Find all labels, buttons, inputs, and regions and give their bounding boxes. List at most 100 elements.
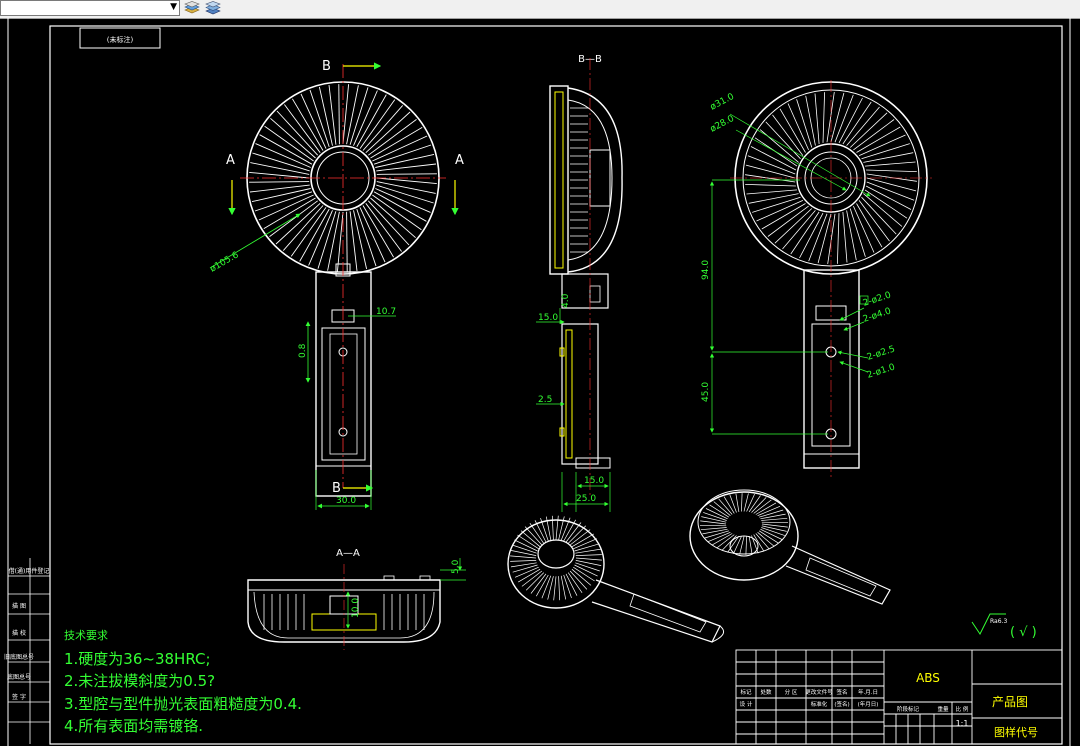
fan-fin: [748, 193, 799, 204]
fan-fin: [290, 207, 327, 257]
fan-fin: [249, 171, 310, 179]
fan-fin: [702, 528, 728, 535]
dim-front-slot-depth: 0.8: [298, 343, 308, 358]
fan-fin: [861, 196, 897, 235]
fan-fin: [370, 197, 416, 239]
fan-fin: [864, 161, 916, 167]
left-strip: [8, 558, 50, 744]
fan-fin: [863, 193, 903, 227]
tb-row-label: 签名: [836, 688, 847, 696]
fan-fin: [837, 213, 840, 264]
isometric-view-2: [689, 489, 891, 605]
fan-fin: [541, 575, 552, 599]
fan-fin: [699, 524, 727, 527]
tech-requirements-heading: 技术要求: [64, 629, 108, 642]
fan-fin: [370, 127, 423, 159]
strip-label: 旧底图总号: [4, 653, 34, 661]
surface-finish-remark: ( √ ): [1010, 625, 1037, 640]
fan-fin: [250, 162, 310, 175]
dim-right-height-top: 94.0: [701, 260, 711, 280]
fan-fin: [356, 94, 387, 148]
dim-right-hole-4: 2-ø1.0: [866, 362, 897, 380]
fan-fin: [359, 207, 386, 263]
fan-fin: [376, 177, 437, 185]
dim-front-slot-width: 10.7: [376, 307, 396, 317]
dim-right-height-bottom: 45.0: [701, 382, 711, 402]
fan-fin: [805, 95, 816, 146]
layer-stack-icon[interactable]: [184, 1, 200, 16]
fan-fin: [376, 184, 434, 204]
fan-fin: [376, 173, 437, 175]
tb-row-label: 处数: [760, 688, 772, 696]
fan-fin: [700, 527, 727, 531]
fan-fin: [741, 493, 743, 512]
layer-combo[interactable]: ▼: [0, 0, 180, 16]
fan-fin: [822, 92, 825, 143]
fan-fin: [814, 93, 820, 145]
layer-states-icon[interactable]: [205, 1, 221, 16]
tb-stage-label: 阶段标记: [897, 705, 920, 713]
surface-finish-value: Ra6.3: [990, 618, 1007, 625]
fan-fin: [327, 211, 340, 271]
isometric-view-1: [507, 515, 725, 643]
fan-fin: [761, 521, 789, 524]
toolbar: ▼: [0, 0, 1080, 19]
dim-side-wall: 2.5: [538, 395, 552, 405]
fan-fin: [760, 513, 786, 520]
tb-design-label: 设 计: [740, 700, 753, 708]
tech-requirement-2: 2.未注拔模斜度为0.5?: [64, 672, 216, 690]
fan-fin: [575, 557, 602, 561]
strip-label: 签 字: [12, 693, 26, 701]
tb-stage-label: 重量: [937, 705, 949, 713]
strip-label: 借(通)用件登记: [9, 567, 50, 575]
fan-fin: [767, 205, 809, 237]
fan-fin: [510, 560, 537, 562]
fan-fin: [292, 98, 324, 151]
fan-fin: [735, 493, 740, 512]
fan-fin: [553, 576, 557, 601]
front-view: [209, 62, 459, 510]
fan-fin: [365, 203, 402, 252]
fan-fin: [745, 184, 796, 187]
fan-fin: [269, 200, 318, 237]
right-view: [709, 80, 932, 478]
chevron-down-icon[interactable]: ▼: [170, 2, 177, 12]
fan-fin: [264, 125, 314, 162]
fan-fin: [834, 94, 854, 143]
fan-fin: [346, 211, 348, 272]
fan-fin: [372, 194, 422, 231]
fan-fin: [338, 84, 340, 145]
dim-aa-height: 5.0: [451, 559, 461, 574]
fan-fin: [866, 169, 917, 172]
tech-requirement-3: 3.型腔与型件抛光表面粗糙度为0.4.: [64, 695, 302, 713]
fan-fin: [575, 560, 602, 566]
dim-side-base-inner: 15.0: [584, 476, 604, 486]
fan-fin: [252, 152, 310, 172]
fan-fin: [282, 205, 324, 251]
fan-fin: [317, 211, 337, 269]
tech-requirement-4: 4.所有表面均需镀铬.: [64, 717, 204, 735]
tb-row-label: 更改文件号: [805, 688, 833, 696]
dim-right-hole-3: 2-ø2.5: [866, 344, 896, 362]
cad-drawing[interactable]: (未标注) 借(通)用件登记 描 图 描 校 旧底图总号 底图总号 签 字 B …: [0, 18, 1080, 746]
fan-fin: [342, 84, 350, 145]
strip-label: 底图总号: [7, 673, 31, 681]
fan-fin: [299, 208, 330, 262]
fan-fin: [555, 515, 559, 540]
surface-finish-symbol: Ra6.3 ( √ ): [971, 613, 1037, 640]
fan-fin: [375, 188, 431, 213]
tb-drawing-code-label: 图样代号: [994, 725, 1038, 739]
fan-fin: [300, 93, 327, 149]
dim-right-dia-outer: ø31.0: [709, 92, 736, 113]
section-title-aa: A—A: [336, 548, 360, 559]
fan-fin: [353, 90, 378, 146]
tb-design-label: (年月日): [858, 700, 879, 708]
fan-fin: [270, 117, 316, 159]
stamp-label: (未标注): [107, 35, 134, 44]
section-label-a-left: A: [226, 153, 235, 168]
dim-right-hole-2: 2-ø4.0: [862, 306, 893, 324]
fan-fin: [249, 181, 310, 183]
fan-fin: [255, 143, 311, 168]
strip-label: 描 图: [12, 602, 26, 610]
tb-design-label: (签名): [834, 700, 849, 708]
